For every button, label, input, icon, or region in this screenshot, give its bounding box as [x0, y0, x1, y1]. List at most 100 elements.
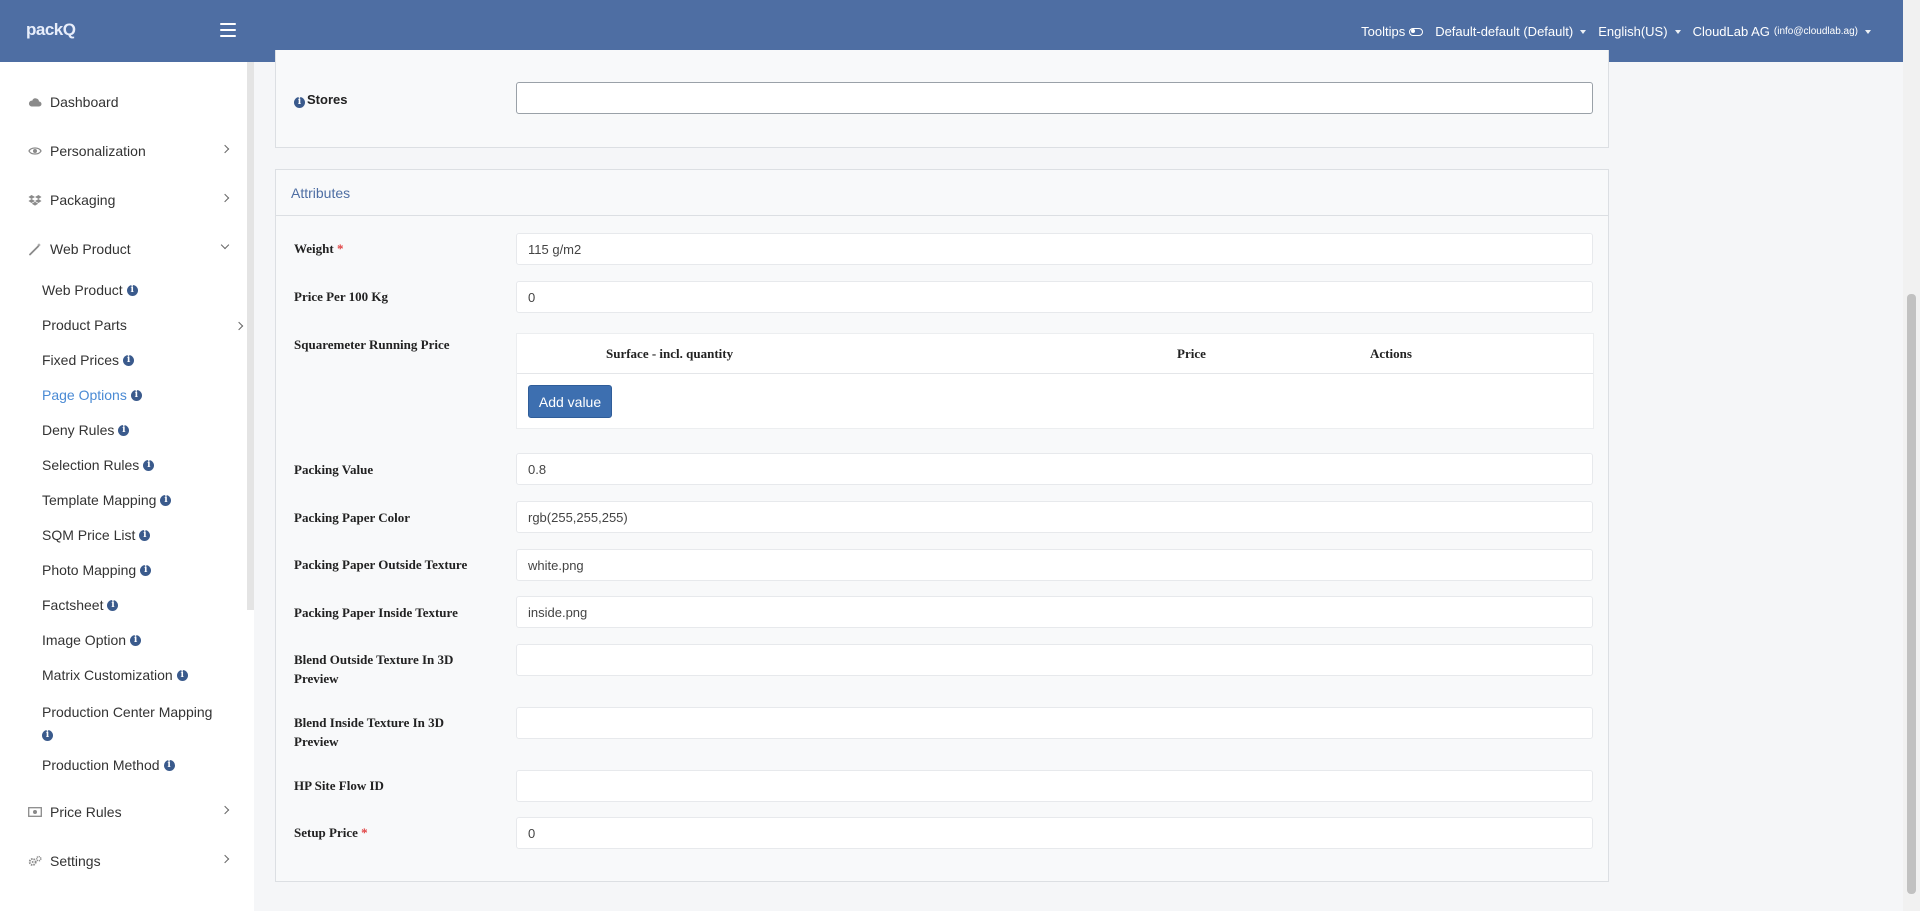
sidebar-scrollbar[interactable]	[247, 62, 254, 610]
blend-outside-label: Blend Outside Texture In 3D Preview	[294, 652, 454, 686]
packing-value-input[interactable]: 0.8	[516, 453, 1593, 485]
sidebar-item-packaging[interactable]: Packaging	[0, 185, 240, 215]
caret-down-icon	[1580, 29, 1587, 34]
sidebar-item-price-rules[interactable]: Price Rules	[0, 797, 240, 827]
chevron-right-icon	[220, 193, 230, 203]
sqm-price-table: Surface - incl. quantity Price Actions A…	[516, 333, 1594, 429]
sidebar-item-web-product[interactable]: Web Product	[0, 234, 240, 264]
blend-inside-label: Blend Inside Texture In 3D Preview	[294, 715, 445, 749]
chevron-right-icon	[220, 805, 230, 815]
cogs-icon	[28, 854, 42, 868]
outside-texture-input[interactable]: white.png	[516, 549, 1593, 581]
sidebar-subitem-matrix-customization[interactable]: Matrix Customization i	[42, 667, 242, 683]
dropbox-icon	[28, 193, 42, 207]
caret-down-icon	[1865, 29, 1871, 34]
info-icon: i	[163, 759, 175, 771]
stores-label: i Stores	[294, 90, 469, 109]
sidebar-subitem-page-options[interactable]: Page Options i	[42, 387, 242, 403]
language-selector-label: English(US)	[1598, 24, 1668, 39]
info-icon: i	[139, 529, 151, 541]
app-logo[interactable]: packQ	[26, 20, 76, 40]
account-email: (info@cloudlab.ag)	[1773, 26, 1858, 37]
language-dropdown[interactable]: English(US)	[1598, 24, 1681, 39]
info-icon: i	[143, 459, 155, 471]
weight-input[interactable]: 115 g/m2	[516, 233, 1593, 265]
blend-inside-input[interactable]	[516, 707, 1593, 739]
subitem-label: Matrix Customization	[42, 667, 173, 683]
subitem-label: Photo Mapping	[42, 562, 137, 578]
sidebar-subitem-factsheet[interactable]: Factsheet i	[42, 597, 242, 613]
sqm-running-price-label: Squaremeter Running Price	[294, 337, 450, 352]
tooltips-toggle[interactable]: Tooltips	[1361, 24, 1424, 39]
account-name: CloudLab AG	[1692, 24, 1770, 39]
setup-price-input[interactable]: 0	[516, 817, 1593, 849]
packing-value-label: Packing Value	[294, 462, 374, 477]
hp-site-flow-input[interactable]	[516, 770, 1593, 802]
subitem-label: Page Options	[42, 387, 127, 403]
store-selector-label: Default-default (Default)	[1435, 24, 1574, 39]
sidebar-subitem-selection-rules[interactable]: Selection Rules i	[42, 457, 242, 473]
sidebar-subitem-sqm-price-list[interactable]: SQM Price List i	[42, 527, 242, 543]
info-icon: i	[140, 564, 152, 576]
sidebar-item-label: Settings	[50, 853, 101, 869]
sidebar-subitem-photo-mapping[interactable]: Photo Mapping i	[42, 562, 242, 578]
stores-input[interactable]	[516, 82, 1593, 114]
setup-price-label: Setup Price *	[294, 825, 368, 840]
info-icon: i	[118, 424, 130, 436]
outside-texture-label: Packing Paper Outside Texture	[294, 557, 468, 572]
sidebar-subitem-image-option[interactable]: Image Option i	[42, 632, 242, 648]
magic-wand-icon	[28, 242, 42, 256]
scrollbar-thumb[interactable]	[1907, 294, 1916, 894]
cloud-icon	[28, 95, 42, 109]
attributes-header: Attributes	[276, 170, 1608, 216]
subitem-label: Deny Rules	[42, 422, 115, 438]
sidebar-item-dashboard[interactable]: Dashboard	[0, 87, 240, 117]
price-per-100kg-label: Price Per 100 Kg	[294, 289, 388, 304]
sidebar-item-personalization[interactable]: Personalization	[0, 136, 240, 166]
money-icon	[28, 805, 42, 819]
inside-texture-label: Packing Paper Inside Texture	[294, 605, 458, 620]
info-icon: i	[42, 729, 53, 741]
column-header-price: Price	[1177, 346, 1206, 361]
sidebar-subitem-deny-rules[interactable]: Deny Rules i	[42, 422, 242, 438]
subitem-label: Image Option	[42, 632, 127, 648]
sidebar-subitem-web-product[interactable]: Web Product i	[42, 282, 242, 298]
subitem-label: Factsheet	[42, 597, 104, 613]
price-per-100kg-input[interactable]: 0	[516, 281, 1593, 313]
subitem-label: Product Parts	[42, 317, 127, 333]
subitem-label: Template Mapping	[42, 492, 157, 508]
subitem-label: SQM Price List	[42, 527, 136, 543]
info-icon: i	[294, 97, 305, 108]
subitem-label: Selection Rules	[42, 457, 140, 473]
sidebar-item-label: Personalization	[50, 143, 146, 159]
sidebar-subitem-fixed-prices[interactable]: Fixed Prices i	[42, 352, 242, 368]
chevron-right-icon	[220, 854, 230, 864]
sidebar-subitem-template-mapping[interactable]: Template Mapping i	[42, 492, 242, 508]
sidebar: Dashboard Personalization Packaging Web …	[0, 62, 254, 911]
stores-panel: i Stores	[275, 50, 1609, 148]
sidebar-item-label: Web Product	[50, 241, 131, 257]
subitem-label: Production Center Mapping	[42, 704, 213, 720]
sidebar-subitem-production-center-mapping[interactable]: Production Center Mapping i	[42, 702, 242, 742]
blend-outside-input[interactable]	[516, 644, 1593, 676]
subitem-label: Web Product	[42, 282, 123, 298]
info-icon: i	[130, 389, 142, 401]
packing-paper-color-input[interactable]: rgb(255,255,255)	[516, 501, 1593, 533]
sidebar-item-settings[interactable]: Settings	[0, 846, 240, 876]
page-scrollbar[interactable]	[1903, 0, 1920, 911]
store-dropdown[interactable]: Default-default (Default)	[1435, 24, 1587, 39]
add-value-button[interactable]: Add value	[528, 385, 612, 418]
sidebar-item-label: Dashboard	[50, 94, 119, 110]
menu-toggle-icon[interactable]	[220, 23, 236, 37]
info-icon: i	[126, 284, 138, 296]
column-header-actions: Actions	[1370, 346, 1412, 361]
inside-texture-input[interactable]: inside.png	[516, 596, 1593, 628]
sidebar-subitem-production-method[interactable]: Production Method i	[42, 757, 242, 773]
subitem-label: Fixed Prices	[42, 352, 120, 368]
toggle-icon[interactable]	[1409, 27, 1424, 36]
hp-site-flow-label: HP Site Flow ID	[294, 778, 384, 793]
account-dropdown[interactable]: CloudLab AG (info@cloudlab.ag)	[1693, 24, 1871, 39]
info-icon: i	[160, 494, 172, 506]
eye-icon	[28, 144, 42, 158]
sidebar-subitem-product-parts[interactable]: Product Parts	[42, 317, 244, 333]
